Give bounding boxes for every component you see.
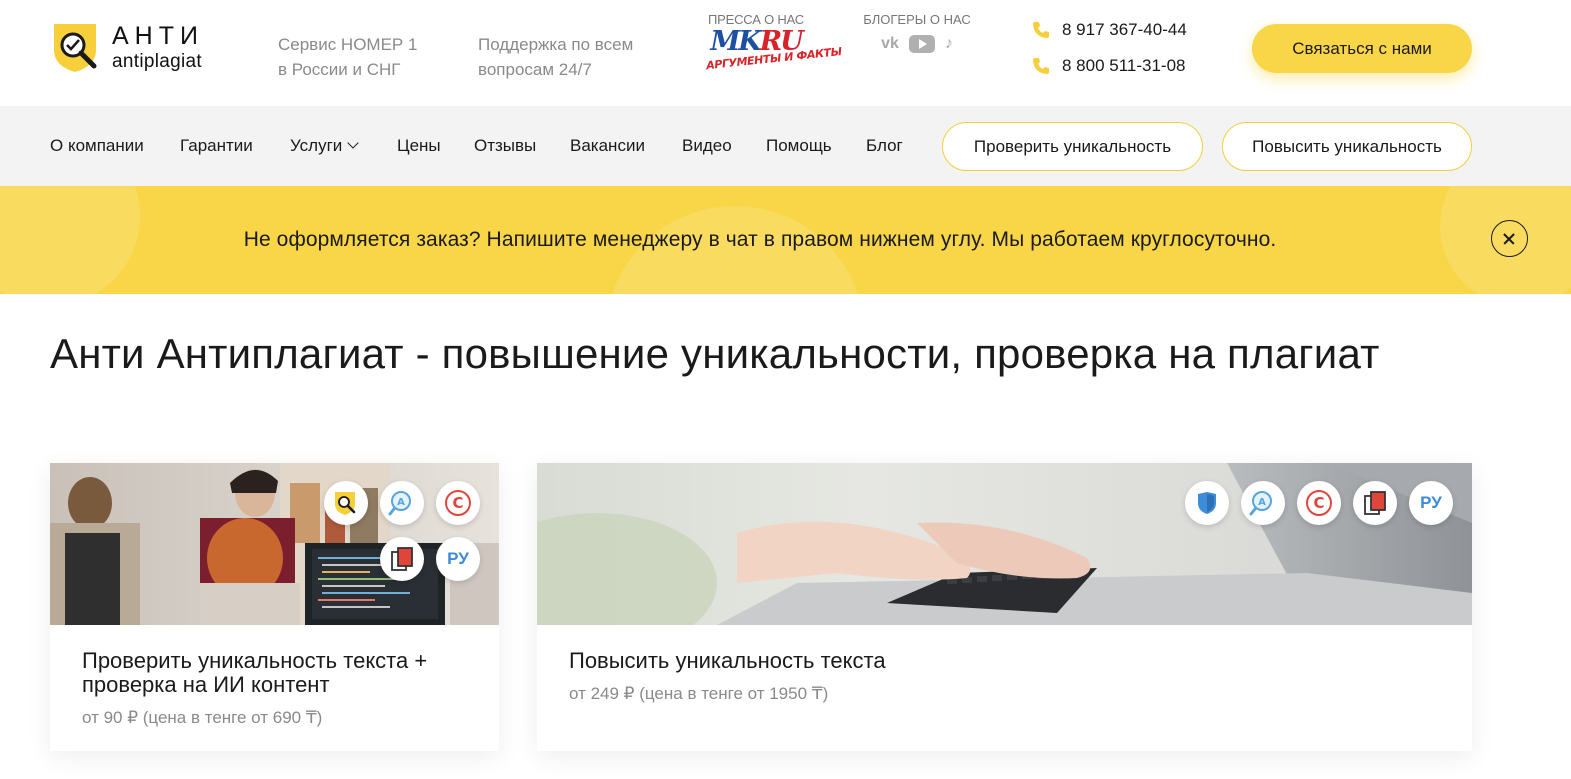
close-banner-button[interactable]: [1491, 220, 1528, 257]
svg-text:A: A: [1258, 497, 1266, 508]
badge-antiplagiat-logo-icon: [324, 481, 368, 525]
badge-shield-icon: [1185, 481, 1229, 525]
nav-item-help[interactable]: Помощь: [766, 136, 832, 156]
card-title[interactable]: Проверить уникальность текста + проверка…: [82, 649, 427, 697]
ru-label: РУ: [447, 549, 469, 568]
card-title[interactable]: Повысить уникальность текста: [569, 649, 886, 673]
nav-item-about[interactable]: О компании: [50, 136, 144, 156]
nav-item-guarantees[interactable]: Гарантии: [180, 136, 253, 156]
nav-item-label: Услуги: [290, 136, 343, 155]
copyright-icon: C: [445, 490, 471, 516]
logo-shield-icon: [50, 20, 104, 74]
badge-ru-icon: РУ: [436, 537, 480, 581]
card-price: от 249 ₽ (цена в тенге от 1950 ₸): [569, 684, 829, 703]
card-image-office: A C РУ: [50, 463, 499, 625]
check-uniqueness-button[interactable]: Проверить уникальность: [942, 122, 1203, 171]
logo-title: АНТИ: [112, 21, 204, 50]
nav-item-prices[interactable]: Цены: [397, 136, 441, 156]
phone-number: 8 800 511-31-08: [1062, 56, 1186, 75]
raise-uniqueness-button[interactable]: Повысить уникальность: [1222, 122, 1472, 171]
social-icons: vk ♪: [862, 35, 972, 53]
nav-item-reviews[interactable]: Отзывы: [474, 136, 536, 156]
badge-copyright-icon: C: [1297, 481, 1341, 525]
phone-item[interactable]: 8 917 367-40-44: [1032, 18, 1187, 42]
tagline-line: в России и СНГ: [278, 60, 401, 79]
logo-text: АНТИ antiplagiat: [112, 21, 204, 72]
copyright-icon: C: [1306, 490, 1332, 516]
badge-documents-icon: [380, 537, 424, 581]
nav-item-video[interactable]: Видео: [682, 136, 732, 156]
badge-ru-icon: РУ: [1409, 481, 1453, 525]
card-title-line: Повысить уникальность текста: [569, 648, 886, 673]
tagline-line: вопросам 24/7: [478, 60, 592, 79]
badge-search-text-icon: A: [1241, 481, 1285, 525]
main-nav: О компании Гарантии Услуги Цены Отзывы В…: [0, 106, 1571, 186]
nav-item-blog[interactable]: Блог: [866, 136, 903, 156]
badge-search-text-icon: A: [380, 481, 424, 525]
badge-documents-icon: [1353, 481, 1397, 525]
youtube-icon[interactable]: [908, 35, 935, 53]
card-title-line: проверка на ИИ контент: [82, 672, 330, 697]
nav-item-vacancies[interactable]: Вакансии: [570, 136, 645, 156]
tagline-line: Поддержка по всем: [478, 35, 634, 54]
logo-subtitle: antiplagiat: [112, 50, 202, 72]
card-image-typing: A C РУ: [537, 463, 1472, 625]
press-block: ПРЕССА О НАС MKRU АРГУМЕНТЫ И ФАКТЫ: [706, 12, 843, 72]
phone-icon: [1033, 58, 1049, 74]
ru-label: РУ: [1420, 493, 1442, 512]
service-card-raise[interactable]: A C РУ Повысить уникальность текста от 2…: [537, 463, 1472, 751]
mk-logo-part: MK: [710, 26, 761, 57]
press-title: ПРЕССА О НАС: [708, 12, 804, 27]
contact-us-button[interactable]: Связаться с нами: [1252, 24, 1472, 73]
site-header: АНТИ antiplagiat Сервис НОМЕР 1 в России…: [0, 0, 1571, 106]
badge-copyright-icon: C: [436, 481, 480, 525]
site-logo[interactable]: АНТИ antiplagiat: [50, 20, 204, 74]
banner-message: Не оформляется заказ? Напишите менеджеру…: [243, 228, 1277, 251]
tagline-support: Поддержка по всем вопросам 24/7: [478, 32, 633, 82]
svg-text:A: A: [397, 497, 405, 508]
bloggers-block: БЛОГЕРЫ О НАС vk ♪: [862, 12, 972, 53]
tagline-number-one: Сервис НОМЕР 1 в России и СНГ: [278, 32, 417, 82]
vk-icon[interactable]: vk: [881, 35, 899, 53]
phone-icon: [1033, 22, 1049, 38]
tagline-line: Сервис НОМЕР 1: [278, 35, 418, 54]
phone-item[interactable]: 8 800 511-31-08: [1032, 54, 1187, 78]
press-logos[interactable]: MKRU АРГУМЕНТЫ И ФАКТЫ: [706, 26, 843, 72]
notice-banner: Не оформляется заказ? Напишите менеджеру…: [0, 186, 1571, 294]
service-card-check[interactable]: A C РУ Проверить уникальность текста + п…: [50, 463, 499, 751]
card-price: от 90 ₽ (цена в тенге от 690 ₸): [82, 708, 323, 727]
card-title-line: Проверить уникальность текста +: [82, 648, 428, 673]
phone-number: 8 917 367-40-44: [1062, 20, 1187, 39]
phone-list: 8 917 367-40-44 8 800 511-31-08: [1032, 18, 1187, 90]
bloggers-title: БЛОГЕРЫ О НАС: [863, 12, 971, 27]
tiktok-icon[interactable]: ♪: [945, 35, 953, 53]
page-title: Анти Антиплагиат - повышение уникальност…: [50, 330, 1380, 377]
nav-item-services[interactable]: Услуги: [290, 136, 359, 156]
chevron-down-icon: [347, 137, 359, 149]
